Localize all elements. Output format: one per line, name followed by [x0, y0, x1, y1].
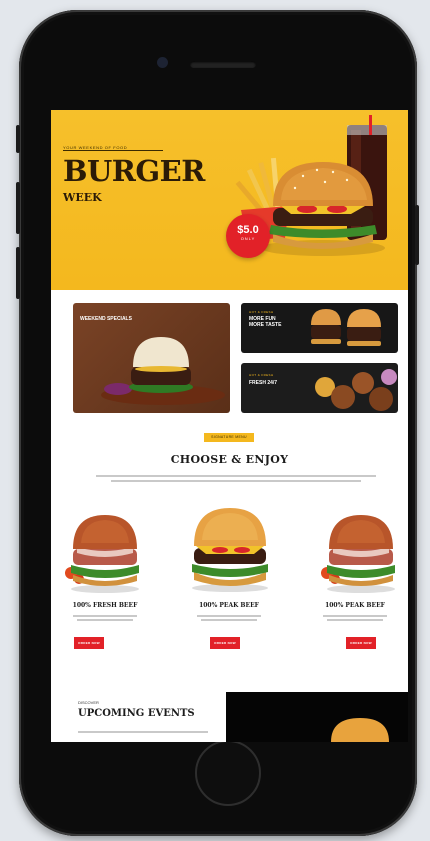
price-unit: ONLY	[240, 236, 256, 241]
order-now-button-1[interactable]: ORDER NOW	[74, 637, 104, 649]
hero-burger-image	[235, 115, 387, 256]
phone-volume-up-button	[16, 182, 20, 234]
promo-tile-tag: HOT & FRESH	[249, 310, 274, 314]
front-camera-icon	[157, 57, 168, 68]
events-image-panel	[226, 692, 408, 742]
events-burger-image	[331, 718, 389, 742]
promo-tile-weekend[interactable]: WEEKEND SPECIALS	[73, 303, 230, 413]
promo-tile-label: MORE FUN MORE TASTE	[249, 316, 282, 328]
phone-mute-switch	[16, 125, 20, 153]
section-title: CHOOSE & ENJOY	[170, 453, 289, 466]
speaker-grille	[190, 61, 256, 68]
hero-banner: YOUR WEEKEND OF FOOD BURGER WEEK $5.0 ON…	[51, 110, 408, 290]
home-button[interactable]	[195, 740, 261, 806]
price-value: $5.0	[237, 224, 259, 236]
promo-tile-tag: HOT & FRESH	[249, 373, 274, 377]
product-name-1: 100% FRESH BEEF	[72, 602, 138, 609]
events-title: UPCOMING EVENTS	[78, 708, 195, 719]
product-name-3: 100% PEAK BEEF	[325, 602, 385, 609]
promo-buns-image	[315, 369, 397, 411]
promo-tile-fresh[interactable]: HOT & FRESH FRESH 24/7	[241, 363, 398, 413]
order-now-button-3[interactable]: ORDER NOW	[346, 637, 376, 649]
promo-tile-label: FRESH 24/7	[249, 380, 278, 386]
product-burger-image-3	[321, 515, 395, 593]
events-kicker: DISCOVER	[78, 700, 99, 705]
product-name-2: 100% PEAK BEEF	[199, 602, 259, 609]
phone-volume-down-button	[16, 247, 20, 299]
section-badge: SIGNATURE MENU	[204, 433, 254, 442]
product-burger-image-2	[192, 508, 268, 592]
price-badge: $5.0 ONLY	[226, 214, 270, 258]
promo-tile-more-fun[interactable]: HOT & FRESH MORE FUN MORE TASTE	[241, 303, 398, 353]
phone-power-button	[415, 205, 419, 265]
order-now-button-2[interactable]: ORDER NOW	[210, 637, 240, 649]
phone-screen: YOUR WEEKEND OF FOOD BURGER WEEK $5.0 ON…	[51, 110, 408, 742]
promo-tile-label: WEEKEND SPECIALS	[80, 316, 132, 322]
product-burger-image-1	[65, 515, 139, 593]
